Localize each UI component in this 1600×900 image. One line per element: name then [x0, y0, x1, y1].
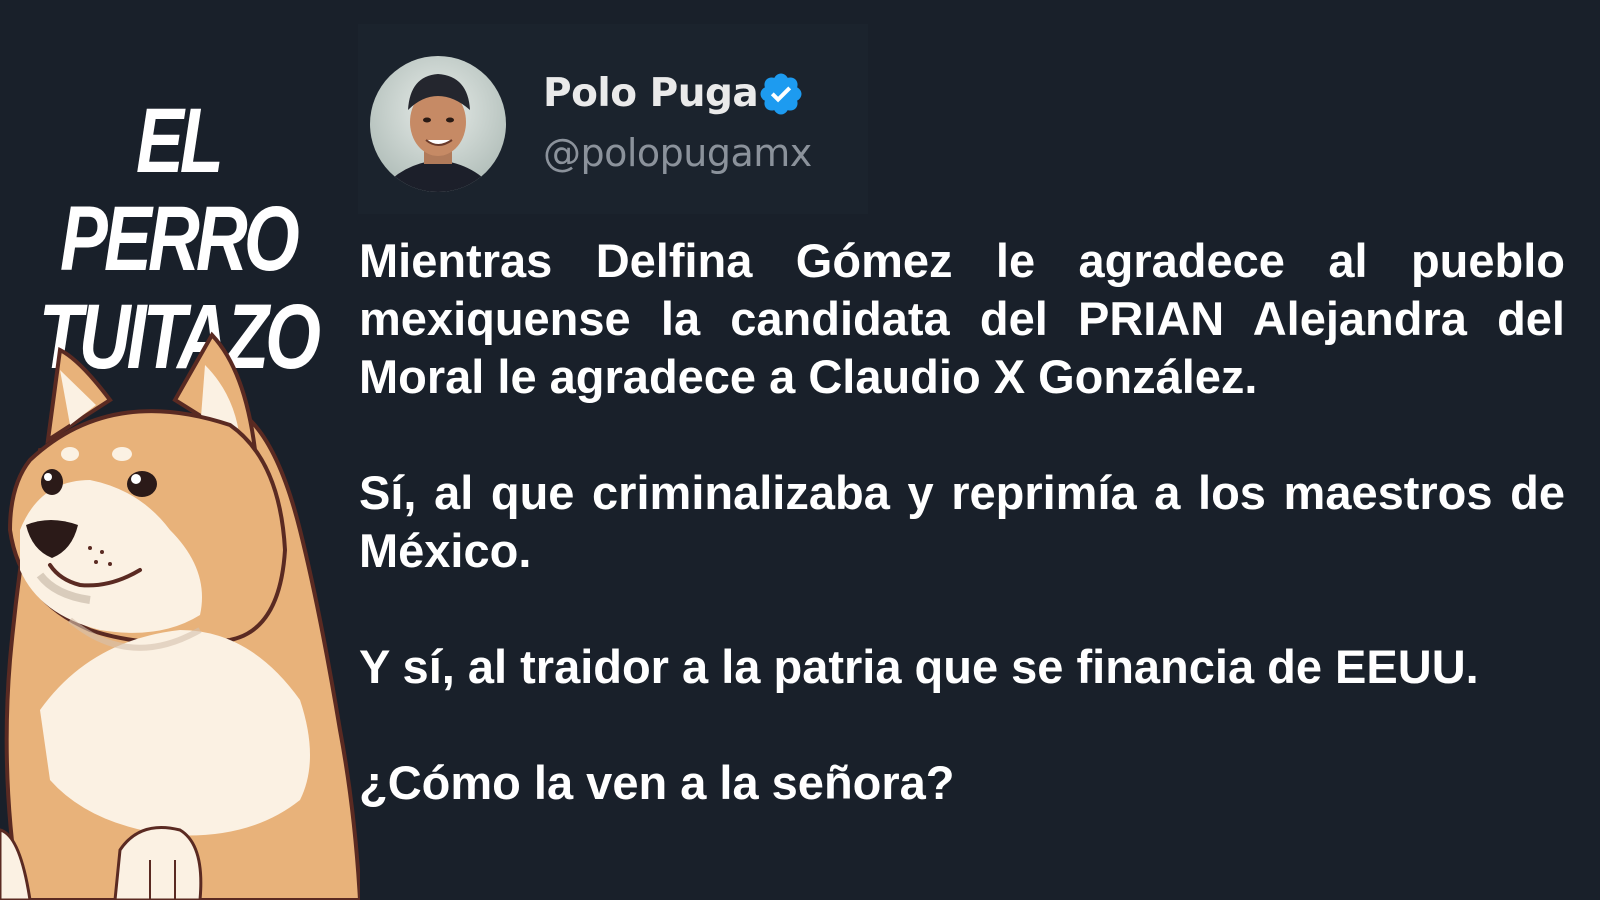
tweet-body: Mientras Delfina Gómez le agradece al pu…	[359, 232, 1565, 812]
tweet-paragraph-4: ¿Cómo la ven a la señora?	[359, 756, 955, 809]
author-avatar[interactable]	[370, 56, 506, 192]
verified-badge-icon	[760, 73, 802, 115]
author-display-name[interactable]: Polo Puga	[543, 68, 759, 120]
avatar-photo	[370, 56, 506, 192]
tweet-paragraph-3: Y sí, al traidor a la patria que se fina…	[359, 640, 1479, 693]
brand-title-line-1: EL PERRO	[60, 90, 300, 290]
shiba-dog-illustration	[0, 331, 360, 900]
tweet-paragraph-2: Sí, al que criminalizaba y reprimía a lo…	[359, 466, 1565, 577]
tweet-paragraph-1: Mientras Delfina Gómez le agradece al pu…	[359, 234, 1565, 403]
author-handle[interactable]: @polopugamx	[543, 128, 812, 178]
